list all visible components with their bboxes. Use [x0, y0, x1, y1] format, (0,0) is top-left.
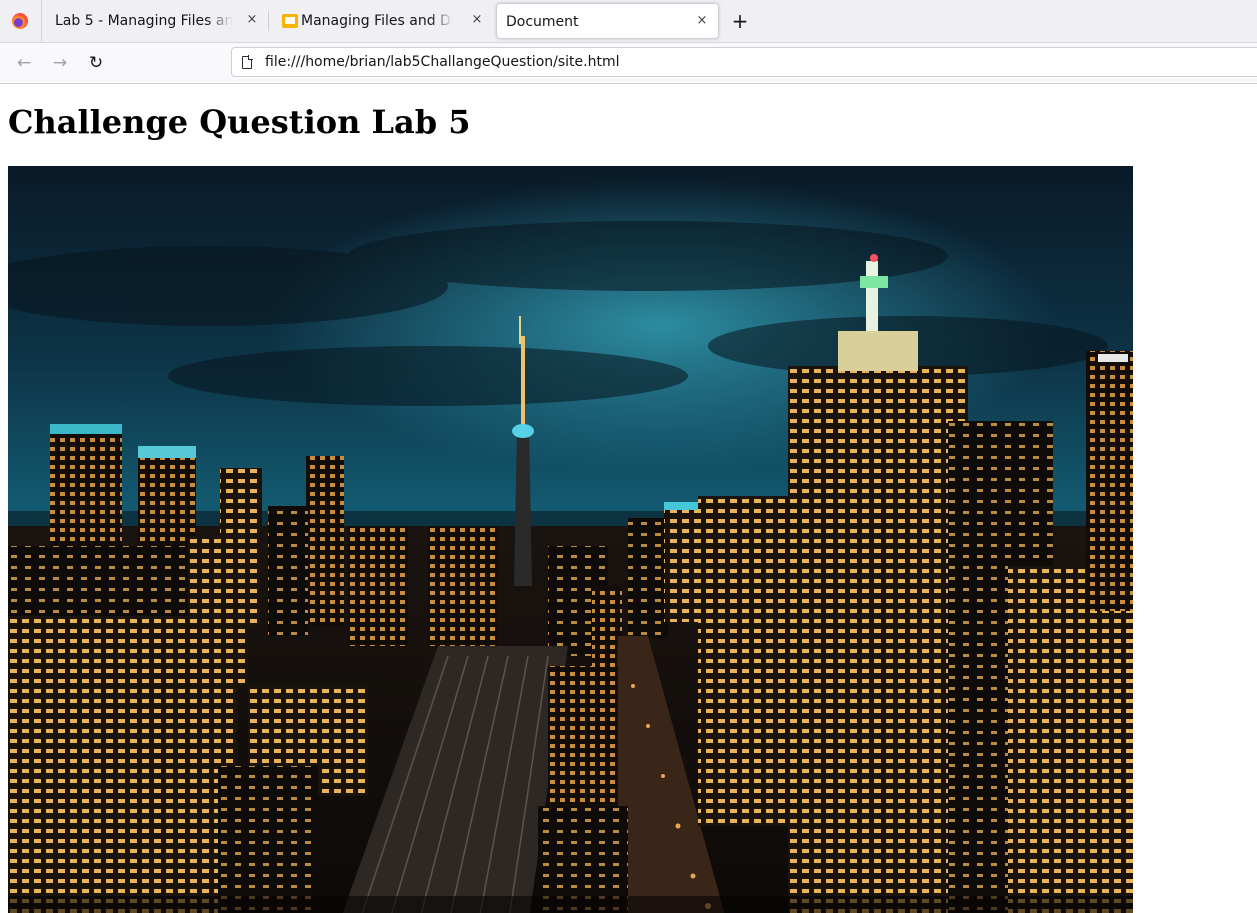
url-text[interactable]: file:///home/brian/lab5ChallangeQuestion… — [265, 54, 619, 70]
tab-title: Document — [506, 14, 579, 30]
slides-icon — [282, 14, 298, 28]
tab-title: Managing Files and Directories — [301, 13, 453, 29]
city-skyline-image — [8, 166, 1133, 913]
close-tab-icon[interactable]: × — [693, 12, 711, 30]
tab-document[interactable]: Document × — [496, 3, 719, 39]
tab-divider — [268, 11, 269, 31]
page-content: Challenge Question Lab 5 — [0, 84, 1257, 913]
tab-title: Lab 5 - Managing Files and Directories — [55, 13, 233, 29]
forward-button[interactable]: → — [48, 51, 72, 75]
firefox-logo-icon — [12, 13, 28, 29]
close-tab-icon[interactable]: × — [243, 11, 261, 29]
close-tab-icon[interactable]: × — [468, 11, 486, 29]
reload-button[interactable]: ↻ — [84, 51, 108, 75]
tab-managing-files[interactable]: Managing Files and Directories × — [270, 3, 494, 39]
page-icon — [242, 55, 253, 69]
back-button[interactable]: ← — [12, 51, 36, 75]
new-tab-button[interactable]: + — [729, 10, 751, 32]
navigation-bar: ← → ↻ file:///home/brian/lab5ChallangeQu… — [0, 43, 1257, 84]
address-bar[interactable]: file:///home/brian/lab5ChallangeQuestion… — [231, 47, 1257, 77]
tab-lab5[interactable]: Lab 5 - Managing Files and Directories × — [43, 3, 268, 39]
firefox-menu-button[interactable] — [0, 0, 42, 42]
tab-strip: Lab 5 - Managing Files and Directories ×… — [0, 0, 1257, 43]
page-heading: Challenge Question Lab 5 — [8, 103, 471, 141]
